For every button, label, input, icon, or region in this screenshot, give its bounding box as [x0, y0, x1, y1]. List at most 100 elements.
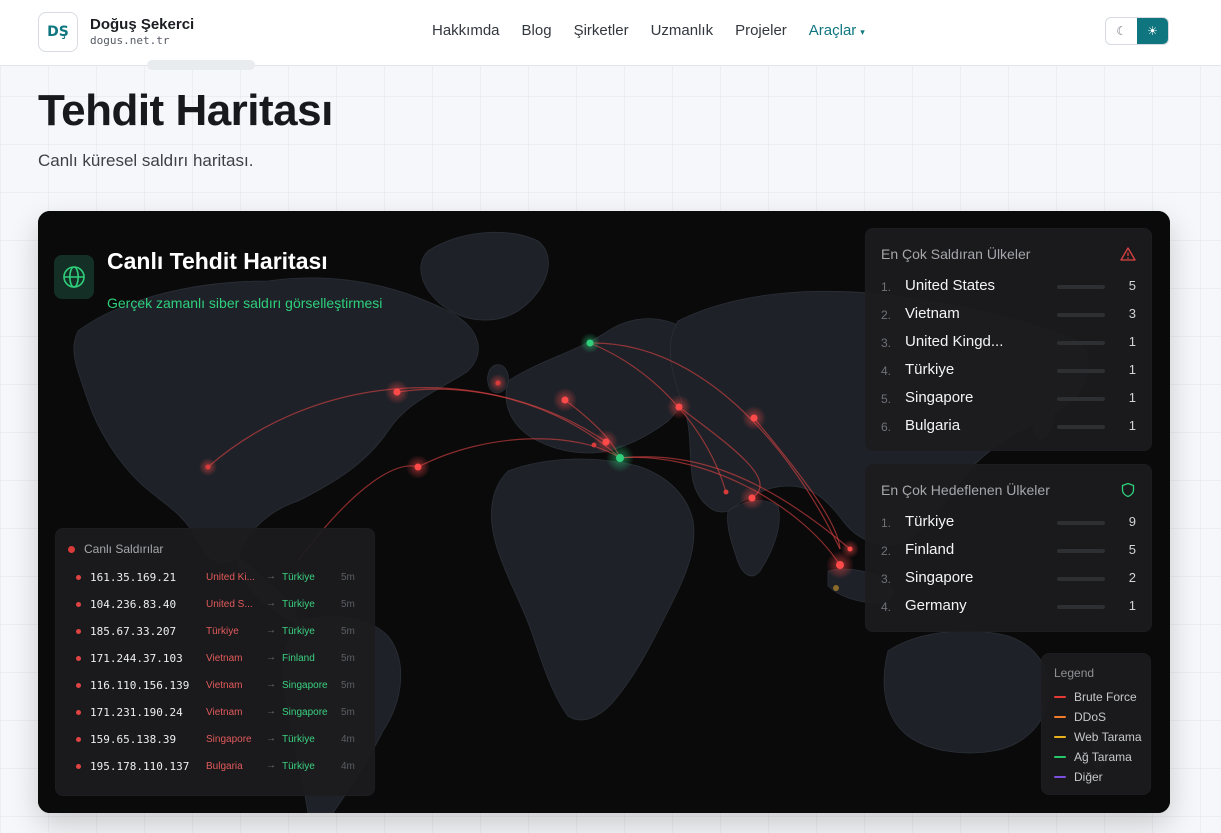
attack-count: 1 — [1128, 362, 1136, 377]
country-name: Bulgaria — [905, 417, 961, 434]
attack-time: 4m — [341, 734, 355, 745]
attack-ip: 159.65.138.39 — [90, 733, 177, 746]
attack-source-point[interactable] — [393, 388, 401, 396]
target-row[interactable]: 4. Germany 1 — [881, 597, 1136, 617]
attack-feed-row[interactable]: 159.65.138.39 Singapore → Türkiye 4m — [76, 732, 376, 748]
target-count: 9 — [1128, 514, 1136, 529]
target-point-turkiye[interactable] — [616, 454, 624, 462]
arrow-right-icon: → — [266, 760, 276, 771]
attack-feed-row[interactable]: 195.178.110.137 Bulgaria → Türkiye 4m — [76, 759, 376, 775]
attack-count: 1 — [1128, 334, 1136, 349]
attack-target: Türkiye — [282, 626, 315, 637]
attack-ip: 161.35.169.21 — [90, 571, 177, 584]
main-nav: Hakkımda Blog Şirketler Uzmanlık Projele… — [432, 22, 865, 39]
attack-target: Singapore — [282, 707, 328, 718]
attacker-row[interactable]: 4. Türkiye 1 — [881, 361, 1136, 381]
rank-number: 4. — [881, 364, 892, 378]
arrow-right-icon: → — [266, 571, 276, 582]
page-title: Tehdit Haritası — [38, 86, 333, 135]
sun-icon[interactable]: ☀ — [1137, 18, 1168, 44]
attack-ip: 171.244.37.103 — [90, 652, 183, 665]
target-row[interactable]: 2. Finland 5 — [881, 541, 1136, 561]
top-targets-card: En Çok Hedeflenen Ülkeler 1. Türkiye 9 2… — [865, 464, 1152, 632]
attack-target: Türkiye — [282, 599, 315, 610]
attack-feed-row[interactable]: 171.244.37.103 Vietnam → Finland 5m — [76, 651, 376, 667]
attack-feed-row[interactable]: 161.35.169.21 United Ki... → Türkiye 5m — [76, 570, 376, 586]
nav-link-hakkimda[interactable]: Hakkımda — [432, 22, 500, 39]
legend-label: Diğer — [1074, 770, 1103, 784]
legend-card: Legend Brute Force DDoS Web Tarama Ağ Ta… — [1041, 653, 1151, 795]
threat-map-panel: Canlı Tehdit Haritası Gerçek zamanlı sib… — [38, 211, 1170, 813]
brand-name[interactable]: Doğuş Şekerci — [90, 16, 194, 33]
rank-bar — [1057, 425, 1105, 429]
attack-target: Singapore — [282, 680, 328, 691]
attack-count: 1 — [1128, 390, 1136, 405]
attack-source-point[interactable] — [561, 396, 569, 404]
rank-bar — [1057, 549, 1105, 553]
rank-bar — [1057, 313, 1105, 317]
page-subtitle: Canlı küresel saldırı haritası. — [38, 151, 254, 170]
top-attackers-card: En Çok Saldıran Ülkeler 1. United States… — [865, 228, 1152, 451]
attack-time: 5m — [341, 680, 355, 691]
attack-source-point[interactable] — [836, 561, 844, 569]
rank-number: 6. — [881, 420, 892, 434]
landmass-australia — [883, 630, 1050, 754]
arrow-right-icon: → — [266, 733, 276, 744]
logo-badge[interactable]: DŞ — [38, 12, 78, 52]
attack-source-point[interactable] — [750, 414, 758, 422]
attack-feed-row[interactable]: 104.236.83.40 United S... → Türkiye 5m — [76, 597, 376, 613]
attack-source-point[interactable] — [847, 546, 853, 552]
legend-label: Ağ Tarama — [1074, 750, 1132, 764]
arrow-right-icon: → — [266, 706, 276, 717]
target-row[interactable]: 1. Türkiye 9 — [881, 513, 1136, 533]
attack-source-point[interactable] — [495, 380, 501, 386]
nav-link-uzmanlik[interactable]: Uzmanlık — [651, 22, 714, 39]
target-row[interactable]: 3. Singapore 2 — [881, 569, 1136, 589]
rank-number: 2. — [881, 308, 892, 322]
live-attacks-title: Canlı Saldırılar — [84, 542, 164, 556]
attack-source-point[interactable] — [205, 464, 211, 470]
attack-source: Vietnam — [206, 653, 243, 664]
attacker-row[interactable]: 1. United States 5 — [881, 277, 1136, 297]
attacker-row[interactable]: 5. Singapore 1 — [881, 389, 1136, 409]
rank-bar — [1057, 521, 1105, 525]
nav-link-blog[interactable]: Blog — [522, 22, 552, 39]
attack-dot — [76, 575, 81, 580]
nav-link-projeler[interactable]: Projeler — [735, 22, 787, 39]
attack-count: 1 — [1128, 418, 1136, 433]
attack-source-point[interactable] — [602, 438, 610, 446]
rank-number: 3. — [881, 336, 892, 350]
attack-source-point[interactable] — [675, 403, 683, 411]
attack-feed-row[interactable]: 116.110.156.139 Vietnam → Singapore 5m — [76, 678, 376, 694]
attack-source: United Ki... — [206, 572, 255, 583]
map-subtitle: Gerçek zamanlı siber saldırı görselleşti… — [107, 295, 383, 311]
target-point-finland[interactable] — [586, 339, 594, 347]
rank-bar — [1057, 577, 1105, 581]
top-targets-title: En Çok Hedeflenen Ülkeler — [881, 482, 1050, 498]
decorative-pill — [147, 60, 255, 70]
live-indicator-dot — [68, 546, 75, 553]
theme-toggle[interactable]: ☾ ☀ — [1105, 17, 1169, 45]
attack-source-point[interactable] — [591, 442, 597, 448]
legend-label: Web Tarama — [1074, 730, 1142, 744]
attack-source-point[interactable] — [748, 494, 756, 502]
rank-bar — [1057, 397, 1105, 401]
attacker-row[interactable]: 3. United Kingd... 1 — [881, 333, 1136, 353]
moon-icon[interactable]: ☾ — [1106, 18, 1137, 44]
globe-icon — [54, 255, 94, 299]
nav-link-sirketler[interactable]: Şirketler — [574, 22, 629, 39]
attack-target: Türkiye — [282, 761, 315, 772]
attack-feed-row[interactable]: 185.67.33.207 Türkiye → Türkiye 5m — [76, 624, 376, 640]
attack-ip: 185.67.33.207 — [90, 625, 177, 638]
attacker-row[interactable]: 2. Vietnam 3 — [881, 305, 1136, 325]
country-name: United Kingd... — [905, 333, 1004, 350]
shield-icon — [1121, 482, 1135, 498]
attack-source-point[interactable] — [414, 463, 422, 471]
attack-source-point[interactable] — [833, 585, 839, 591]
attack-source-point[interactable] — [723, 489, 729, 495]
attack-feed-row[interactable]: 171.231.190.24 Vietnam → Singapore 5m — [76, 705, 376, 721]
legend-label: DDoS — [1074, 710, 1107, 724]
arrow-right-icon: → — [266, 652, 276, 663]
nav-dropdown-araclar[interactable]: Araçlar ▾ — [809, 22, 865, 39]
attacker-row[interactable]: 6. Bulgaria 1 — [881, 417, 1136, 437]
